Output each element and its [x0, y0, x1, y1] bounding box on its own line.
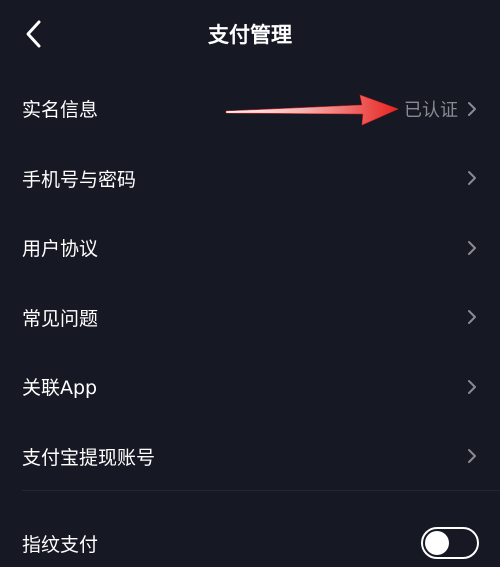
toggle-knob [425, 531, 449, 555]
menu-item-label: 用户协议 [22, 238, 99, 261]
page-title: 支付管理 [208, 23, 292, 47]
menu-item-real-name-info[interactable]: 实名信息 已认证 [0, 74, 500, 144]
menu-item-linked-apps[interactable]: 关联App [0, 352, 500, 422]
section-divider [22, 490, 500, 491]
menu-item-label: 手机号与密码 [22, 168, 137, 191]
chevron-right-icon [466, 447, 478, 465]
chevron-right-icon [466, 378, 478, 396]
menu-item-label: 关联App [22, 377, 98, 400]
fingerprint-payment-label: 指纹支付 [22, 533, 99, 556]
menu-item-phone-and-password[interactable]: 手机号与密码 [0, 144, 500, 214]
chevron-right-icon [466, 239, 478, 257]
chevron-right-icon [466, 169, 478, 187]
chevron-left-icon [26, 20, 41, 48]
menu-item-label: 实名信息 [22, 99, 99, 122]
fingerprint-payment-toggle[interactable] [421, 527, 479, 559]
verification-status: 已认证 [404, 99, 458, 121]
chevron-right-icon [466, 100, 478, 118]
fingerprint-payment-row: 指纹支付 [0, 508, 500, 567]
payment-management-screen: 支付管理 实名信息 已认证 手机号与密码 用户协议 常见问题 关联App 支付宝… [0, 0, 500, 567]
menu-item-user-agreement[interactable]: 用户协议 [0, 213, 500, 283]
settings-menu-list: 实名信息 已认证 手机号与密码 用户协议 常见问题 关联App 支付宝提现账号 [0, 74, 500, 491]
nav-bar: 支付管理 [0, 0, 500, 70]
menu-item-alipay-withdrawal-account[interactable]: 支付宝提现账号 [0, 422, 500, 492]
menu-item-faq[interactable]: 常见问题 [0, 283, 500, 353]
chevron-right-icon [466, 308, 478, 326]
menu-item-label: 支付宝提现账号 [22, 446, 156, 469]
menu-item-label: 常见问题 [22, 307, 99, 330]
back-button[interactable] [12, 12, 56, 56]
